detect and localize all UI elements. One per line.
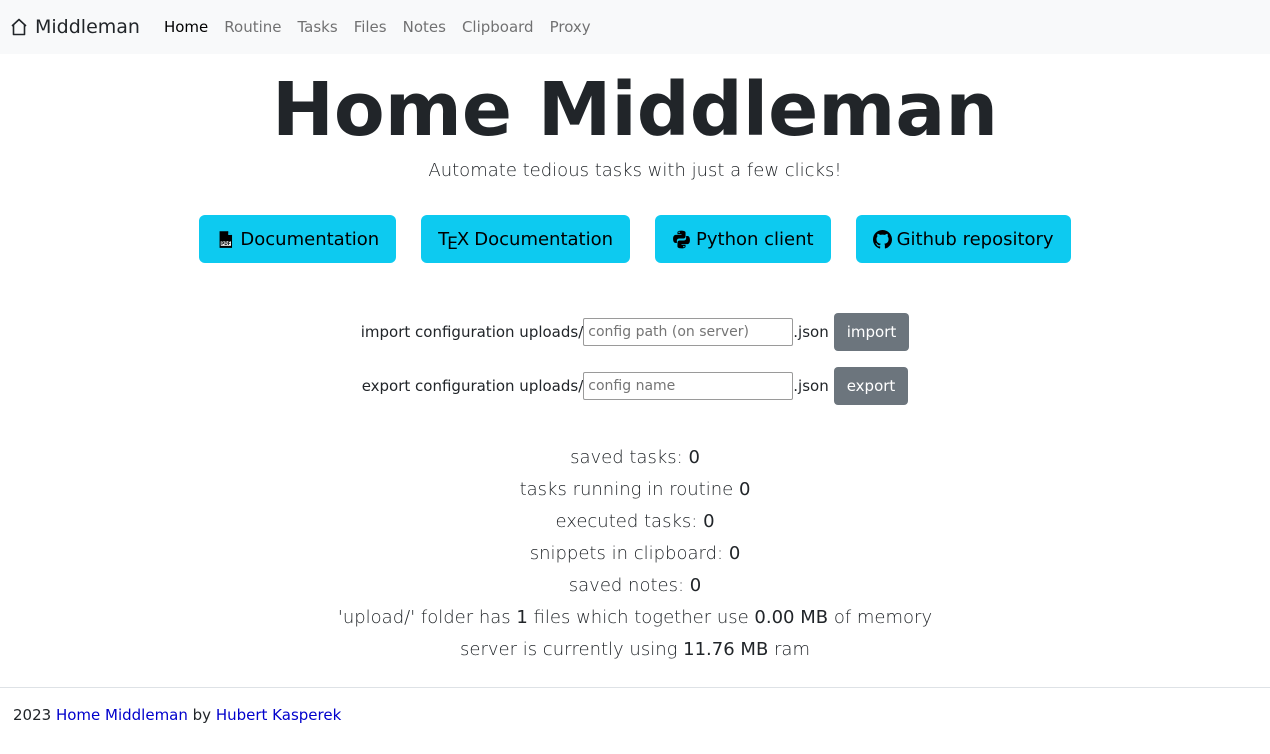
stat-upload-folder: 'upload/' folder has 1 files which toget… — [337, 607, 933, 628]
export-suffix: .json — [793, 377, 829, 395]
brand-link[interactable]: Middleman — [9, 16, 140, 38]
nav-tasks[interactable]: Tasks — [297, 18, 337, 36]
stat-server-ram: server is currently using 11.76 MB ram — [460, 639, 810, 660]
pdf-file-icon: PDF — [219, 230, 233, 248]
github-repository-button[interactable]: Github repository — [855, 215, 1071, 263]
nav-proxy[interactable]: Proxy — [550, 18, 591, 36]
nav-clipboard[interactable]: Clipboard — [462, 18, 534, 36]
footer: 2023 Home Middleman by Hubert Kasperek — [13, 706, 341, 724]
house-icon — [11, 18, 27, 36]
export-config-name-input[interactable] — [583, 372, 794, 400]
python-client-button[interactable]: Python client — [655, 215, 831, 263]
stat-saved-tasks: saved tasks: 0 — [570, 447, 700, 468]
stat-clipboard-snippets: snippets in clipboard: 0 — [529, 543, 741, 564]
stat-executed-tasks: executed tasks: 0 — [555, 511, 715, 532]
import-suffix: .json — [793, 323, 829, 341]
nav-notes[interactable]: Notes — [403, 18, 446, 36]
stat-running-tasks: tasks running in routine 0 — [519, 479, 751, 500]
nav-home[interactable]: Home — [164, 18, 208, 36]
svg-text:PDF: PDF — [222, 240, 232, 246]
import-label: import configuration uploads/ — [360, 323, 584, 341]
export-config-form: export configuration uploads/ .json expo… — [0, 367, 1270, 405]
documentation-label: Documentation — [240, 228, 380, 250]
export-button[interactable]: export — [833, 367, 909, 405]
python-icon — [673, 230, 690, 248]
page-subtitle: Automate tedious tasks with just a few c… — [428, 160, 842, 181]
nav-files[interactable]: Files — [354, 18, 387, 36]
navbar: Middleman Home Routine Tasks Files Notes… — [0, 0, 1270, 54]
footer-author-link[interactable]: Hubert Kasperek — [216, 706, 341, 724]
import-button[interactable]: import — [833, 313, 910, 351]
python-client-label: Python client — [696, 228, 814, 250]
export-label: export configuration uploads/ — [361, 377, 584, 395]
footer-year: 2023 — [13, 706, 56, 724]
stat-saved-notes: saved notes: 0 — [568, 575, 702, 596]
import-config-path-input[interactable] — [583, 318, 794, 346]
stats-panel: saved tasks: 0 tasks running in routine … — [0, 442, 1270, 666]
documentation-button[interactable]: PDF Documentation — [199, 215, 397, 263]
tex-documentation-button[interactable]: TEX Documentation — [421, 215, 631, 263]
nav-routine[interactable]: Routine — [224, 18, 281, 36]
footer-by: by — [187, 706, 216, 724]
footer-project-link[interactable]: Home Middleman — [56, 706, 188, 724]
tex-documentation-label: Documentation — [474, 228, 614, 250]
footer-divider — [0, 687, 1270, 688]
github-icon — [872, 229, 892, 249]
brand-label: Middleman — [35, 16, 140, 38]
page-title: Home Middleman — [271, 67, 999, 153]
github-label: Github repository — [896, 228, 1054, 250]
docs-button-row: PDF Documentation TEX Documentation Pyth… — [0, 215, 1270, 263]
import-config-form: import configuration uploads/ .json impo… — [0, 313, 1270, 351]
tex-logo: TEX — [438, 228, 470, 254]
